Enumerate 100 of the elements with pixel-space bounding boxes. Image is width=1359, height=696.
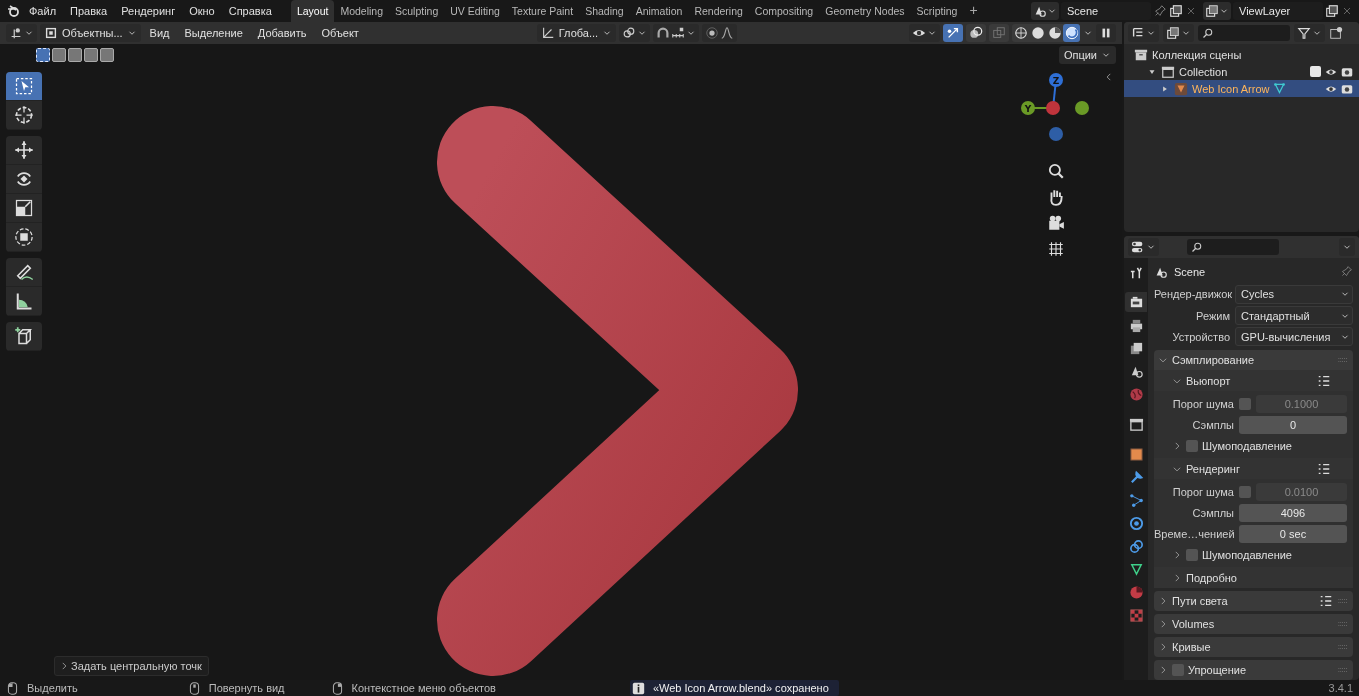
filter-button[interactable] [1294, 24, 1325, 42]
zoom-icon[interactable] [1047, 162, 1065, 180]
dropdown-field[interactable]: GPU-вычисления [1235, 327, 1353, 347]
shading-mode-button[interactable] [1046, 24, 1063, 42]
dropdown-field[interactable]: Стандартный [1235, 306, 1353, 326]
camera-icon[interactable] [1047, 214, 1065, 232]
presets-icon[interactable] [1317, 461, 1331, 476]
display-mode-button[interactable] [1128, 24, 1159, 42]
panel-header[interactable]: Сэмплирование [1154, 350, 1353, 370]
panel-header[interactable]: Volumes [1154, 614, 1353, 634]
number-field[interactable]: 0 [1239, 415, 1347, 434]
checkbox[interactable] [1172, 664, 1184, 676]
grid-icon[interactable] [1047, 240, 1065, 258]
pivot-button[interactable] [619, 24, 651, 42]
panel-header[interactable]: Пути света [1154, 591, 1353, 611]
move-icon [14, 140, 34, 160]
collection-icon [1134, 47, 1148, 62]
menu-item[interactable]: Файл [22, 5, 64, 17]
orientation-dropdown[interactable]: Глоба... [536, 24, 617, 42]
workspace-tab[interactable]: UV Editing [444, 0, 506, 22]
panel-title: Шумоподавление [1202, 439, 1292, 452]
search-field[interactable] [1198, 25, 1290, 41]
outliner-row[interactable]: Web Icon Arrow [1124, 80, 1359, 97]
workspace-tab[interactable]: Sculpting [389, 0, 445, 22]
tool-button[interactable] [6, 72, 42, 101]
render-camera-icon[interactable] [1341, 65, 1353, 78]
shading-mode-button[interactable] [1029, 24, 1046, 42]
workspace-tab[interactable]: Modeling [334, 0, 390, 22]
field-label: Сэмплы [1191, 506, 1234, 519]
render-camera-icon[interactable] [1341, 82, 1353, 95]
overlays-toggle[interactable] [966, 24, 986, 42]
last-operation-panel[interactable]: Задать центральную точк [54, 656, 209, 676]
view-layer-field[interactable]: ViewLayer [1233, 2, 1323, 20]
scene-field[interactable]: Scene [1061, 2, 1151, 20]
menu-item[interactable]: Справка [221, 5, 279, 17]
view-layer-button[interactable] [1163, 24, 1194, 42]
editor-type-button[interactable] [1128, 238, 1159, 256]
copy-icon[interactable] [1325, 4, 1339, 18]
chevron-left-icon[interactable] [1104, 72, 1114, 82]
menu-item[interactable]: Правка [63, 5, 115, 17]
properties-tab[interactable] [1125, 292, 1147, 312]
workspace-tab[interactable]: Layout [290, 0, 335, 22]
workspace-tab[interactable]: Compositing [748, 0, 820, 22]
subpanel-header[interactable]: Рендеринг [1154, 458, 1353, 479]
shading-mode-button[interactable] [1012, 24, 1029, 42]
scene-selector[interactable] [1031, 2, 1059, 20]
hand-icon[interactable] [1047, 188, 1065, 206]
menu-item[interactable]: Добавить [251, 27, 313, 39]
workspace-tab[interactable]: Animation [629, 0, 689, 22]
pin-icon[interactable] [1340, 265, 1353, 279]
navigation-gizmo[interactable]: Z Y [1016, 72, 1096, 152]
number-field[interactable]: 0 sec [1239, 524, 1347, 543]
workspace-tab[interactable]: Geometry Nodes [819, 0, 911, 22]
subpanel-header[interactable]: Вьюпорт [1154, 370, 1353, 391]
number-field[interactable]: 4096 [1239, 503, 1347, 522]
presets-icon[interactable] [1319, 594, 1333, 608]
pin-icon[interactable] [1153, 4, 1167, 18]
search-field[interactable] [1187, 239, 1279, 255]
menu-item[interactable]: Окно [182, 5, 222, 17]
snap-button[interactable] [653, 24, 700, 42]
subpanel-header[interactable]: Подробно [1154, 567, 1353, 588]
menu-item[interactable]: Вид [143, 27, 176, 39]
mode-dropdown[interactable]: Объектны... [40, 24, 141, 42]
gizmo-toggle[interactable] [943, 24, 963, 42]
proportional-edit-button[interactable] [702, 24, 738, 42]
view-layer-selector[interactable] [1203, 2, 1231, 20]
copy-icon[interactable] [1169, 4, 1183, 18]
checkbox[interactable] [1239, 485, 1251, 498]
outliner-label[interactable]: Collection [1179, 65, 1228, 78]
options-dropdown[interactable]: Опции [1058, 46, 1116, 64]
presets-icon[interactable] [1317, 373, 1331, 388]
dropdown-field[interactable]: Cycles [1235, 284, 1353, 304]
workspace-tab[interactable]: Texture Paint [505, 0, 580, 22]
add-workspace-button[interactable]: + [963, 0, 984, 22]
close-icon[interactable] [1185, 5, 1197, 17]
shading-mode-button[interactable] [1063, 24, 1080, 42]
menu-item[interactable]: Рендеринг [114, 5, 183, 17]
workspace-tab[interactable]: Scripting [910, 0, 964, 22]
checkbox[interactable] [1186, 548, 1198, 561]
scale-icon [14, 198, 34, 218]
panel-header[interactable]: Кривые [1154, 637, 1353, 657]
xray-toggle[interactable] [989, 24, 1009, 42]
menu-item[interactable]: Выделение [178, 27, 249, 39]
checkbox[interactable] [1186, 439, 1198, 452]
mesh-data-icon [1128, 561, 1144, 577]
pause-button[interactable] [1096, 24, 1116, 42]
panel-header[interactable]: Упрощение [1154, 660, 1353, 680]
outliner-label[interactable]: Коллекция сцены [1152, 48, 1242, 61]
workspace-tab[interactable]: Shading [579, 0, 630, 22]
menu-item[interactable]: Объект [315, 27, 365, 39]
field-label: Сэмплы [1191, 418, 1234, 431]
new-collection-icon[interactable] [1329, 26, 1343, 40]
blender-logo[interactable] [6, 3, 22, 19]
editor-type-button[interactable] [6, 24, 37, 42]
workspace-tab[interactable]: Rendering [688, 0, 749, 22]
checkbox[interactable] [1239, 397, 1251, 410]
outliner-label[interactable]: Web Icon Arrow [1192, 82, 1270, 95]
visibility-button[interactable] [909, 24, 940, 42]
exclude-checkbox[interactable] [1310, 66, 1321, 77]
close-icon[interactable] [1341, 5, 1353, 17]
